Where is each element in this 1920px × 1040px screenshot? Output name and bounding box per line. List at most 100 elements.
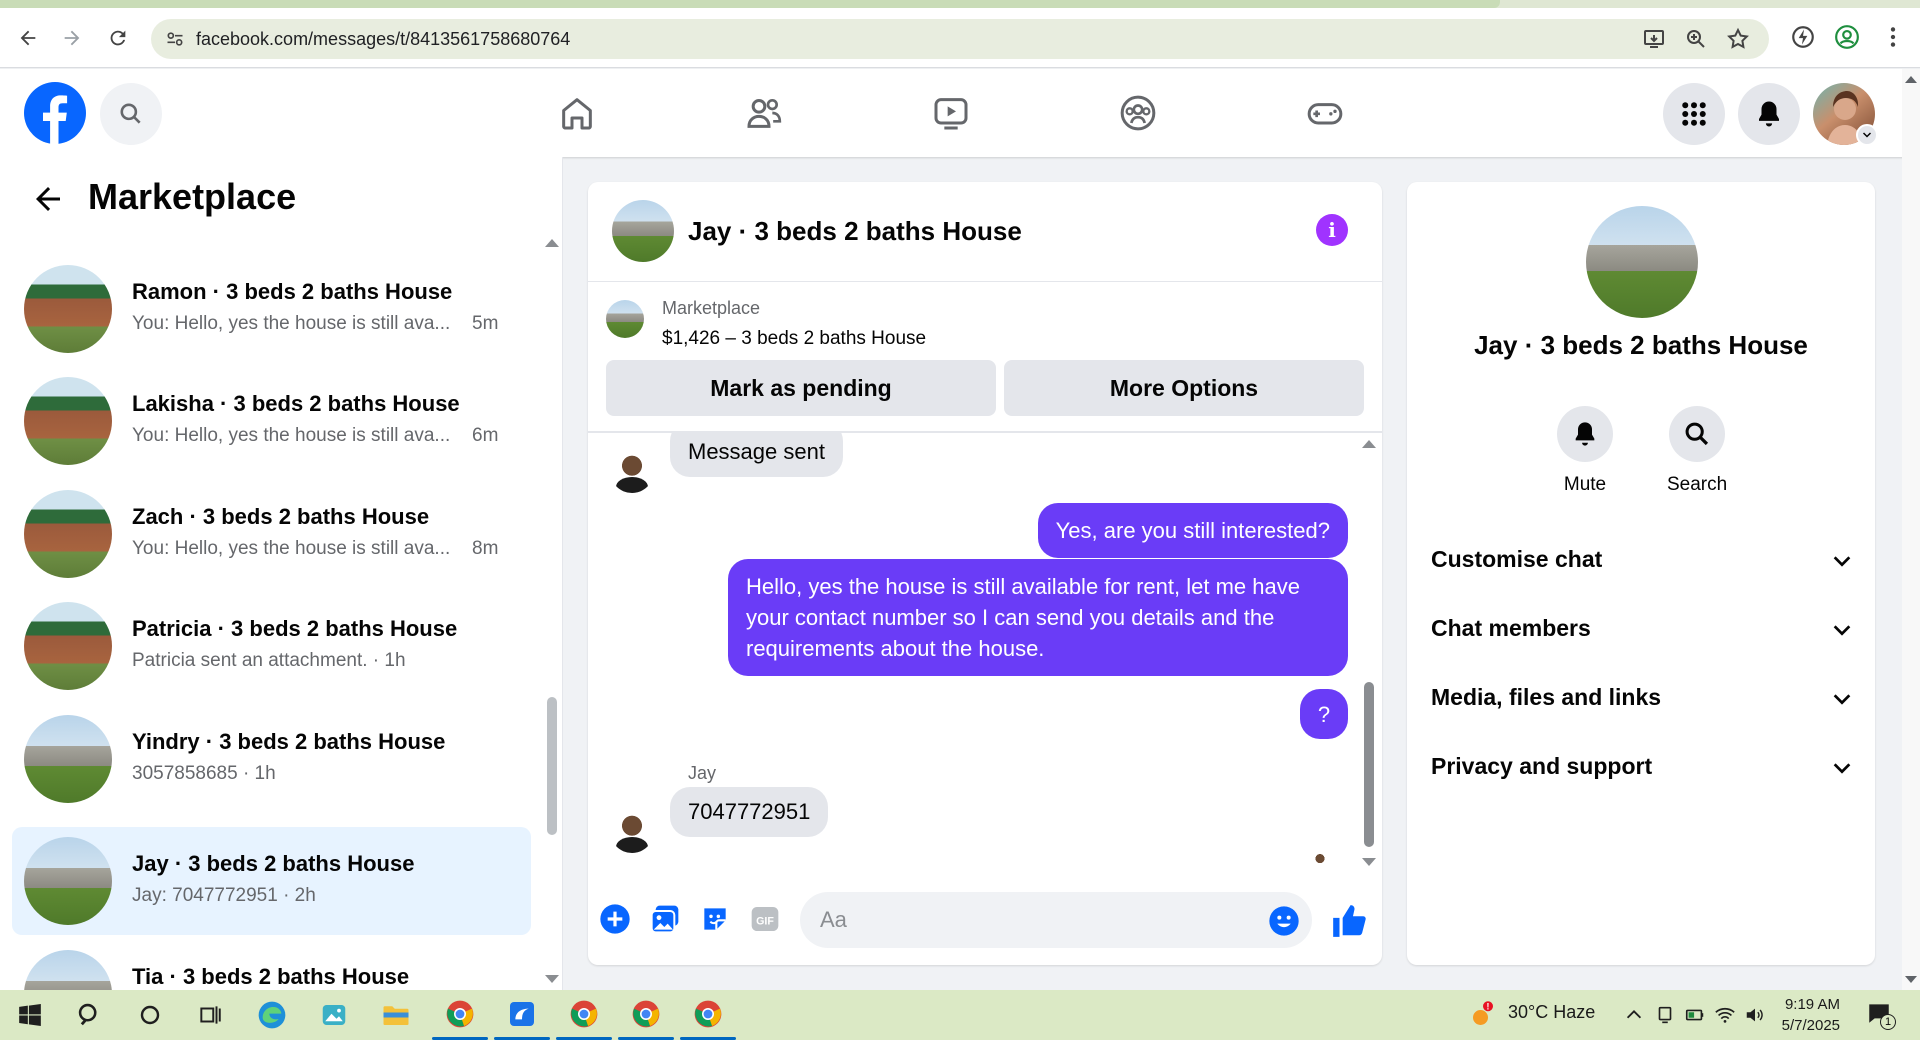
conversation-item[interactable]: Yindry · 3 beds 2 baths House 3057858685… <box>12 705 531 813</box>
panel-header: Marketplace <box>0 157 562 237</box>
browser-menu-icon[interactable] <box>1880 24 1906 50</box>
notifications-button[interactable] <box>1738 83 1800 145</box>
thumbs-up-icon[interactable] <box>1330 902 1368 940</box>
system-clock[interactable]: 9:19 AM 5/7/2025 <box>1750 994 1840 1036</box>
conversation-name: Ramon · 3 beds 2 baths House <box>132 279 453 304</box>
scroll-up-arrow[interactable] <box>545 239 559 247</box>
forward-icon[interactable] <box>58 24 86 52</box>
site-info-icon[interactable] <box>165 29 185 49</box>
chrome-window-4[interactable] <box>616 990 676 1040</box>
task-view-button[interactable] <box>190 995 230 1035</box>
zoom-icon[interactable] <box>1684 27 1708 51</box>
edge-app[interactable] <box>252 995 292 1035</box>
scrollbar-thumb[interactable] <box>1364 682 1374 847</box>
sticker-button[interactable] <box>698 902 732 936</box>
conversation-time: 6m <box>472 425 499 446</box>
page-scrollbar[interactable] <box>1902 69 1920 990</box>
folder-icon <box>383 1006 409 1025</box>
nav-gaming[interactable] <box>1270 81 1380 145</box>
browser-window-2[interactable] <box>492 990 552 1040</box>
start-button[interactable] <box>10 995 50 1035</box>
mute-button[interactable]: Mute <box>1555 406 1615 496</box>
menu-button[interactable] <box>1663 83 1725 145</box>
scrollbar-thumb[interactable] <box>547 697 557 835</box>
privacy-support-section[interactable]: Privacy and support <box>1431 741 1853 793</box>
scroll-up-arrow[interactable] <box>1362 440 1376 448</box>
scroll-down-arrow[interactable] <box>1362 858 1376 866</box>
weather-text[interactable]: 30°C Haze <box>1508 1002 1595 1023</box>
task-view-icon <box>200 1006 221 1024</box>
nav-friends[interactable] <box>709 81 819 145</box>
page-scroll-up[interactable] <box>1905 76 1917 83</box>
plus-circle-icon <box>600 904 630 934</box>
bookmark-star-icon[interactable] <box>1726 27 1750 51</box>
address-bar[interactable]: facebook.com/messages/t/8413561758680764 <box>151 19 1769 59</box>
device-icon[interactable] <box>1654 1004 1676 1026</box>
customise-chat-section[interactable]: Customise chat <box>1431 534 1853 586</box>
chevron-down-icon <box>1833 625 1851 636</box>
file-explorer-app[interactable] <box>376 995 416 1035</box>
profile-icon[interactable] <box>1834 24 1860 50</box>
listing-avatar[interactable] <box>1586 206 1698 318</box>
conversation-name: Patricia · 3 beds 2 baths House <box>132 616 458 641</box>
notification-center[interactable]: 1 <box>1866 1000 1896 1030</box>
browser-toolbar: facebook.com/messages/t/8413561758680764 <box>0 8 1920 68</box>
conversation-item[interactable]: Patricia · 3 beds 2 baths House Patricia… <box>12 592 531 700</box>
conversation-item[interactable]: Zach · 3 beds 2 baths House You: Hello, … <box>12 480 531 588</box>
media-files-links-section[interactable]: Media, files and links <box>1431 672 1853 724</box>
wifi-icon[interactable] <box>1714 1004 1736 1026</box>
chrome-icon <box>570 1000 598 1028</box>
conversation-item[interactable]: Tia · 3 beds 2 baths House <box>12 940 531 990</box>
listing-thumbnail <box>24 490 112 578</box>
add-attachment-button[interactable] <box>598 902 632 936</box>
edge-icon <box>258 1001 286 1029</box>
conversation-list-panel: Marketplace Ramon · 3 beds 2 baths House… <box>0 157 563 990</box>
chrome-window-1[interactable] <box>430 990 490 1040</box>
url-text[interactable]: facebook.com/messages/t/8413561758680764 <box>196 29 570 50</box>
message-composer: GIF <box>588 882 1382 965</box>
conversation-item-active[interactable]: Jay · 3 beds 2 baths House Jay: 70477729… <box>12 827 531 935</box>
install-app-icon[interactable] <box>1642 27 1666 51</box>
back-icon[interactable] <box>14 24 42 52</box>
taskbar-search[interactable] <box>70 995 110 1035</box>
conversation-preview: 3057858685 · 1h <box>132 763 276 784</box>
facebook-search-button[interactable] <box>100 83 162 145</box>
message-input[interactable] <box>800 892 1312 948</box>
conversation-item[interactable]: Ramon · 3 beds 2 baths House You: Hello,… <box>12 255 531 363</box>
chrome-window-5[interactable] <box>678 990 738 1040</box>
sender-avatar <box>610 449 654 493</box>
nav-home[interactable] <box>522 81 632 145</box>
mark-as-pending-button[interactable]: Mark as pending <box>606 360 996 416</box>
search-in-chat-button[interactable]: Search <box>1667 406 1727 496</box>
chat-avatar[interactable] <box>612 200 674 262</box>
cortana-button[interactable] <box>130 995 170 1035</box>
gif-button[interactable]: GIF <box>748 902 782 936</box>
battery-icon[interactable] <box>1684 1004 1706 1026</box>
more-options-button[interactable]: More Options <box>1004 360 1364 416</box>
page-scroll-down[interactable] <box>1905 976 1917 983</box>
scroll-down-arrow[interactable] <box>545 975 559 983</box>
account-menu-chevron[interactable] <box>1856 124 1878 146</box>
reload-icon[interactable] <box>104 24 132 52</box>
weather-icon[interactable]: ! <box>1468 1000 1498 1030</box>
conversation-item[interactable]: Lakisha · 3 beds 2 baths House You: Hell… <box>12 367 531 475</box>
back-arrow-icon[interactable] <box>30 181 66 217</box>
extension-icon[interactable] <box>1790 24 1816 50</box>
listing-price-title[interactable]: $1,426 – 3 beds 2 baths House <box>662 328 926 350</box>
chevron-up-icon[interactable] <box>1623 1004 1645 1026</box>
chrome-window-3[interactable] <box>554 990 614 1040</box>
facebook-header <box>0 69 1920 157</box>
photo-button[interactable] <box>648 902 682 936</box>
emoji-icon[interactable] <box>1268 905 1300 937</box>
notification-count: 1 <box>1880 1014 1896 1030</box>
nav-groups[interactable] <box>1083 81 1193 145</box>
cortana-icon <box>140 1005 160 1025</box>
incoming-message: Message sent <box>670 433 843 477</box>
facebook-logo-icon[interactable] <box>24 82 86 144</box>
info-icon[interactable]: i <box>1316 214 1348 246</box>
photos-app[interactable] <box>314 995 354 1035</box>
chat-title[interactable]: Jay · 3 beds 2 baths House <box>688 216 1022 247</box>
chat-members-section[interactable]: Chat members <box>1431 603 1853 655</box>
conversation-preview: Jay: 7047772951 · 2h <box>132 885 316 906</box>
nav-watch[interactable] <box>896 81 1006 145</box>
